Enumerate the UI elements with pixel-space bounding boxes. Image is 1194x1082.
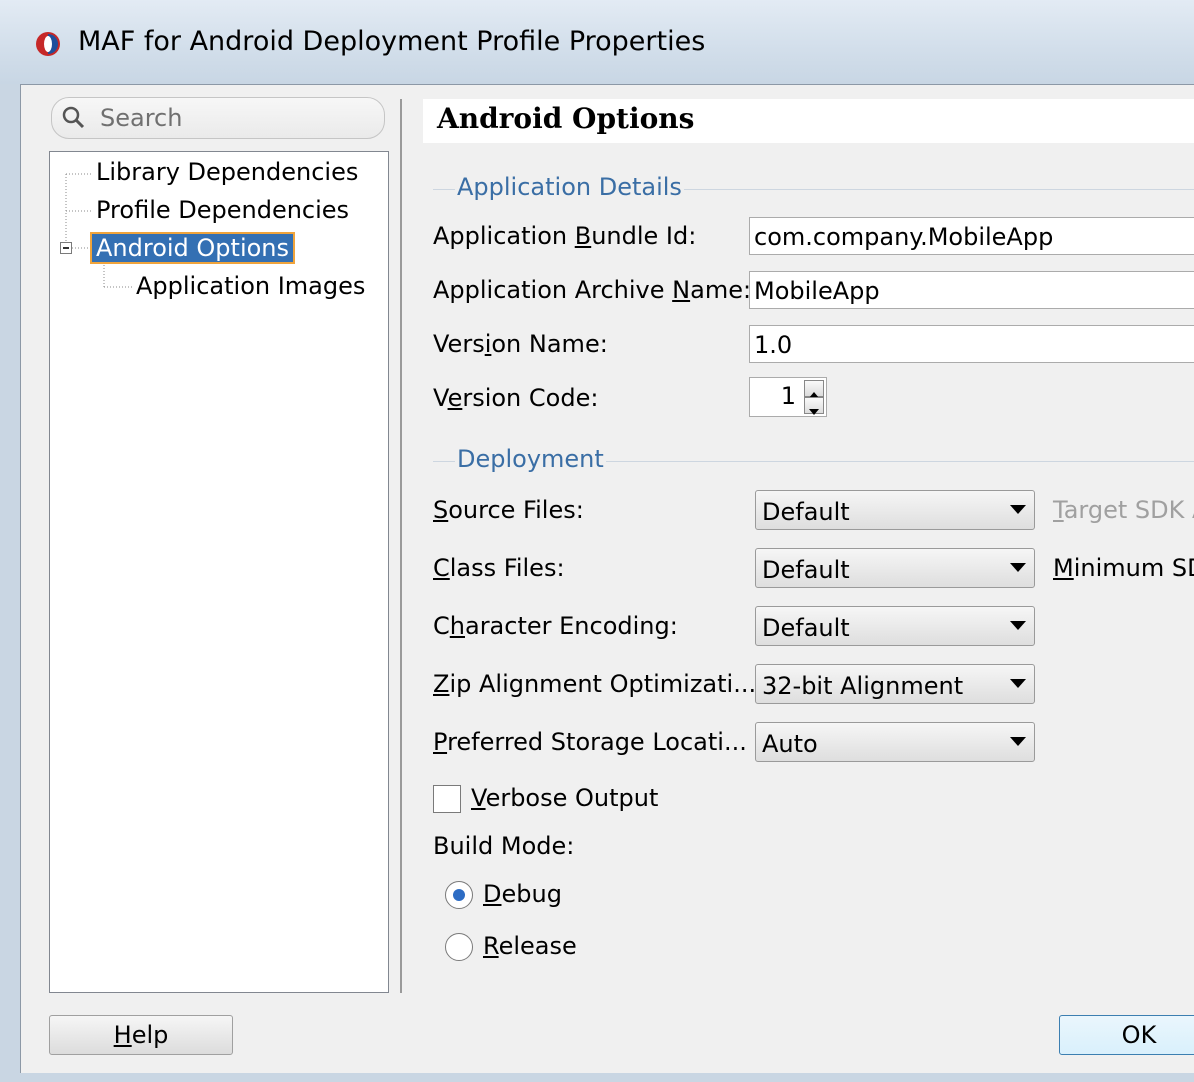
chevron-down-icon <box>1010 737 1026 746</box>
tree-item-library-dependencies[interactable]: Library Dependencies <box>96 156 358 188</box>
storage-location-dropdown[interactable]: Auto <box>755 722 1035 762</box>
window-title: MAF for Android Deployment Profile Prope… <box>78 26 706 57</box>
class-files-dropdown[interactable]: Default <box>755 548 1035 588</box>
app-logo-icon <box>36 32 60 56</box>
release-radio[interactable] <box>445 933 473 961</box>
bundle-id-label: Application Bundle Id: <box>433 222 697 250</box>
title-bar[interactable]: MAF for Android Deployment Profile Prope… <box>0 0 1194 84</box>
character-encoding-value: Default <box>762 614 850 642</box>
spinner-up-button[interactable] <box>804 380 824 398</box>
source-files-label: Source Files: <box>433 496 584 524</box>
build-mode-label: Build Mode: <box>433 832 575 860</box>
character-encoding-label: Character Encoding: <box>433 612 678 640</box>
search-icon <box>62 106 85 129</box>
chevron-down-icon <box>1010 679 1026 688</box>
verbose-output-label[interactable]: Verbose Output <box>471 784 658 812</box>
storage-location-value: Auto <box>762 730 818 758</box>
section-title-deployment: Deployment <box>455 445 606 473</box>
search-input[interactable]: Search <box>51 97 385 139</box>
version-code-label: Version Code: <box>433 384 599 412</box>
version-name-label: Version Name: <box>433 330 608 358</box>
spinner-down-button[interactable] <box>804 397 824 415</box>
tree-item-android-options[interactable]: Android Options <box>89 232 296 264</box>
dialog-window: MAF for Android Deployment Profile Prope… <box>0 0 1194 1082</box>
minimum-sdk-label: Minimum SD <box>1053 554 1194 582</box>
version-name-field[interactable]: 1.0 <box>749 325 1194 363</box>
class-files-label: Class Files: <box>433 554 565 582</box>
tree-item-label: Android Options <box>89 232 296 264</box>
target-sdk-label: Target SDK A <box>1053 496 1194 524</box>
version-code-value: 1 <box>780 382 796 410</box>
release-radio-label[interactable]: Release <box>483 932 577 960</box>
panel-title: Android Options <box>437 102 695 135</box>
source-files-dropdown[interactable]: Default <box>755 490 1035 530</box>
debug-radio-label[interactable]: Debug <box>483 880 562 908</box>
debug-radio[interactable] <box>445 881 473 909</box>
verbose-output-checkbox[interactable] <box>433 785 461 813</box>
archive-name-field[interactable]: MobileApp <box>749 271 1194 309</box>
radio-selected-indicator <box>453 889 465 901</box>
dialog-body: Search Library Dependencies Profile Depe… <box>20 84 1194 1073</box>
panel-header: Android Options <box>423 99 1194 143</box>
zip-alignment-value: 32-bit Alignment <box>762 672 964 700</box>
version-code-spinner[interactable]: 1 <box>749 377 827 417</box>
bundle-id-field[interactable]: com.company.MobileApp <box>749 217 1194 255</box>
section-title-application-details: Application Details <box>455 173 684 201</box>
chevron-down-icon <box>1010 505 1026 514</box>
class-files-value: Default <box>762 556 850 584</box>
ok-button[interactable]: OK <box>1059 1015 1194 1055</box>
tree-item-profile-dependencies[interactable]: Profile Dependencies <box>96 194 349 226</box>
tree-collapse-toggle-icon[interactable] <box>60 242 72 254</box>
panel-splitter[interactable] <box>400 99 402 993</box>
tree-item-label: Profile Dependencies <box>96 196 350 224</box>
tree-item-label: Library Dependencies <box>96 158 359 186</box>
chevron-down-icon <box>1010 563 1026 572</box>
character-encoding-dropdown[interactable]: Default <box>755 606 1035 646</box>
chevron-down-icon <box>1010 621 1026 630</box>
archive-name-label: Application Archive Name: <box>433 276 752 304</box>
zip-alignment-dropdown[interactable]: 32-bit Alignment <box>755 664 1035 704</box>
zip-alignment-label: Zip Alignment Optimizati... <box>433 670 757 698</box>
navigation-tree: Library Dependencies Profile Dependencie… <box>49 151 389 993</box>
tree-item-application-images[interactable]: Application Images <box>136 270 365 302</box>
tree-item-label: Application Images <box>136 272 366 300</box>
help-button[interactable]: Help <box>49 1015 233 1055</box>
storage-location-label: Preferred Storage Locati... <box>433 728 747 756</box>
arrow-down-icon <box>809 409 819 415</box>
source-files-value: Default <box>762 498 850 526</box>
search-placeholder: Search <box>100 104 183 132</box>
